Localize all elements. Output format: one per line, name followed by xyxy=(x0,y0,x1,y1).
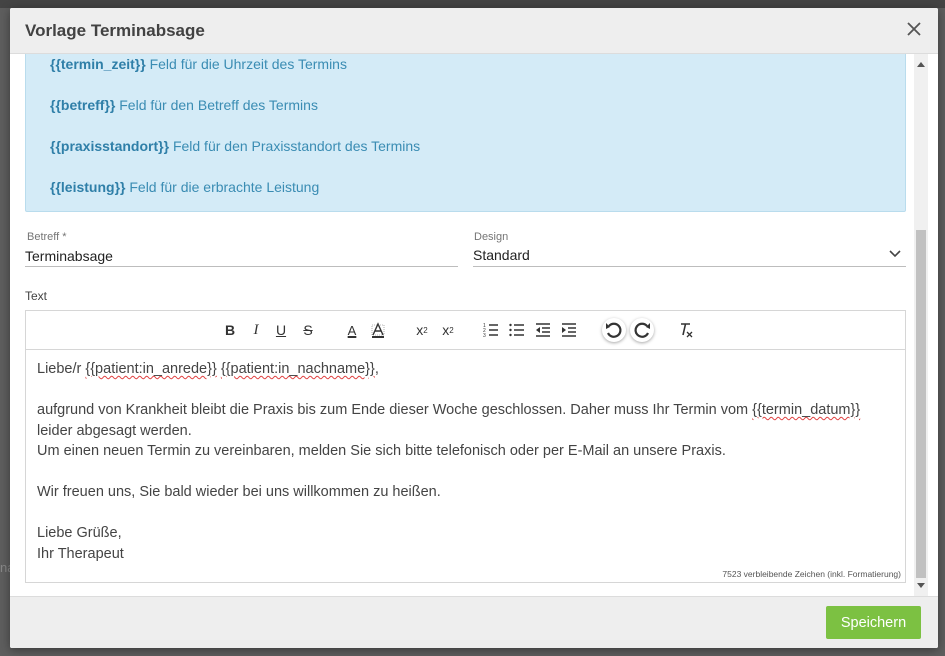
info-line: {{betreff}} Feld für den Betreff des Ter… xyxy=(50,97,318,113)
scroll-up-icon[interactable] xyxy=(917,62,925,67)
body-line: leider abgesagt werden. xyxy=(37,422,192,439)
greeting-line: Liebe/r {{patient:in_anrede}} {{patient:… xyxy=(37,359,897,380)
chevron-down-icon[interactable] xyxy=(888,249,902,259)
char-count: 7523 verbleibende Zeichen (inkl. Formati… xyxy=(722,569,901,579)
superscript-suffix: 2 xyxy=(449,325,454,335)
subject-underline xyxy=(25,266,458,267)
rich-text-editor: B I U S A x2 x2 123 Liebe/r {{patient:in… xyxy=(25,310,906,583)
bold-icon[interactable]: B xyxy=(221,321,239,339)
scroll-down-icon[interactable] xyxy=(917,583,925,588)
underline-icon[interactable]: U xyxy=(272,321,290,339)
text-label: Text xyxy=(25,289,48,303)
subject-label: Betreff * xyxy=(27,231,67,243)
design-underline xyxy=(473,266,906,267)
placeholder-description: Feld für den Praxisstandort des Termins xyxy=(172,138,421,154)
subject-field[interactable]: Terminabsage xyxy=(25,248,113,264)
dialog-footer: Speichern xyxy=(10,596,938,648)
save-button[interactable]: Speichern xyxy=(826,606,921,639)
subscript-suffix: 2 xyxy=(423,325,428,335)
design-select[interactable]: Standard xyxy=(473,247,530,263)
info-line: {{termin_zeit}} Feld für die Uhrzeit des… xyxy=(50,56,347,72)
font-color-icon[interactable]: A xyxy=(343,321,361,339)
backdrop xyxy=(0,0,945,8)
placeholder-name: {{praxisstandort}} xyxy=(50,138,170,154)
close-icon[interactable] xyxy=(904,19,924,39)
outdent-icon[interactable] xyxy=(534,321,552,339)
placeholder-info-box: {{termin_zeit}} Feld für die Uhrzeit des… xyxy=(25,54,906,212)
subscript-icon[interactable]: x2 xyxy=(413,321,431,339)
editor-toolbar: B I U S A x2 x2 123 xyxy=(26,311,905,350)
placeholder-description: Feld für die Uhrzeit des Termins xyxy=(149,56,347,72)
superscript-icon[interactable]: x2 xyxy=(439,321,457,339)
placeholder-description: Feld für den Betreff des Termins xyxy=(119,97,318,113)
italic-icon[interactable]: I xyxy=(247,321,265,339)
info-line: {{leistung}} Feld für die erbrachte Leis… xyxy=(50,179,319,195)
bullet-list-icon[interactable] xyxy=(508,321,526,339)
greeting-suffix: , xyxy=(374,361,379,377)
body-line: aufgrund von Krankheit bleibt die Praxis… xyxy=(37,400,897,421)
ordered-list-icon[interactable]: 123 xyxy=(482,321,500,339)
placeholder-name: {{leistung}} xyxy=(50,179,126,195)
scrollbar[interactable] xyxy=(914,54,928,596)
undo-icon[interactable] xyxy=(602,318,626,342)
dialog-title: Vorlage Terminabsage xyxy=(25,21,205,40)
highlight-color-icon[interactable] xyxy=(369,321,387,339)
template-dialog: Vorlage Terminabsage {{termin_zeit}} Fel… xyxy=(10,8,938,648)
indent-icon[interactable] xyxy=(560,321,578,339)
subscript-label: x xyxy=(416,322,424,338)
strikethrough-icon[interactable]: S xyxy=(299,321,317,339)
body-line: Um einen neuen Termin zu vereinbaren, me… xyxy=(37,443,726,459)
clear-format-icon[interactable] xyxy=(677,321,695,339)
closing-line: Ihr Therapeut xyxy=(37,545,124,562)
superscript-label: x xyxy=(442,322,450,338)
placeholder-field: {{patient:in_nachname}} xyxy=(220,361,375,377)
info-line: {{praxisstandort}} Feld für den Praxisst… xyxy=(50,138,420,154)
editor-content[interactable]: Liebe/r {{patient:in_anrede}} {{patient:… xyxy=(37,359,897,564)
body-text: aufgrund von Krankheit bleibt die Praxis… xyxy=(37,402,753,418)
placeholder-field: {{patient:in_anrede}} xyxy=(85,361,217,377)
placeholder-field: {{termin_datum}} xyxy=(752,402,861,418)
svg-text:3: 3 xyxy=(483,333,486,338)
redo-icon[interactable] xyxy=(630,318,654,342)
placeholder-name: {{betreff}} xyxy=(50,97,116,113)
body-line: Wir freuen uns, Sie bald wieder bei uns … xyxy=(37,484,441,500)
design-label: Design xyxy=(474,231,509,243)
scrollbar-thumb[interactable] xyxy=(916,230,926,578)
placeholder-description: Feld für die erbrachte Leistung xyxy=(129,179,320,195)
dialog-header: Vorlage Terminabsage xyxy=(10,8,938,54)
placeholder-name: {{termin_zeit}} xyxy=(50,56,146,72)
dialog-body: {{termin_zeit}} Feld für die Uhrzeit des… xyxy=(10,54,938,596)
greeting-prefix: Liebe/r xyxy=(37,361,86,377)
closing-line: Liebe Grüße, xyxy=(37,525,122,541)
